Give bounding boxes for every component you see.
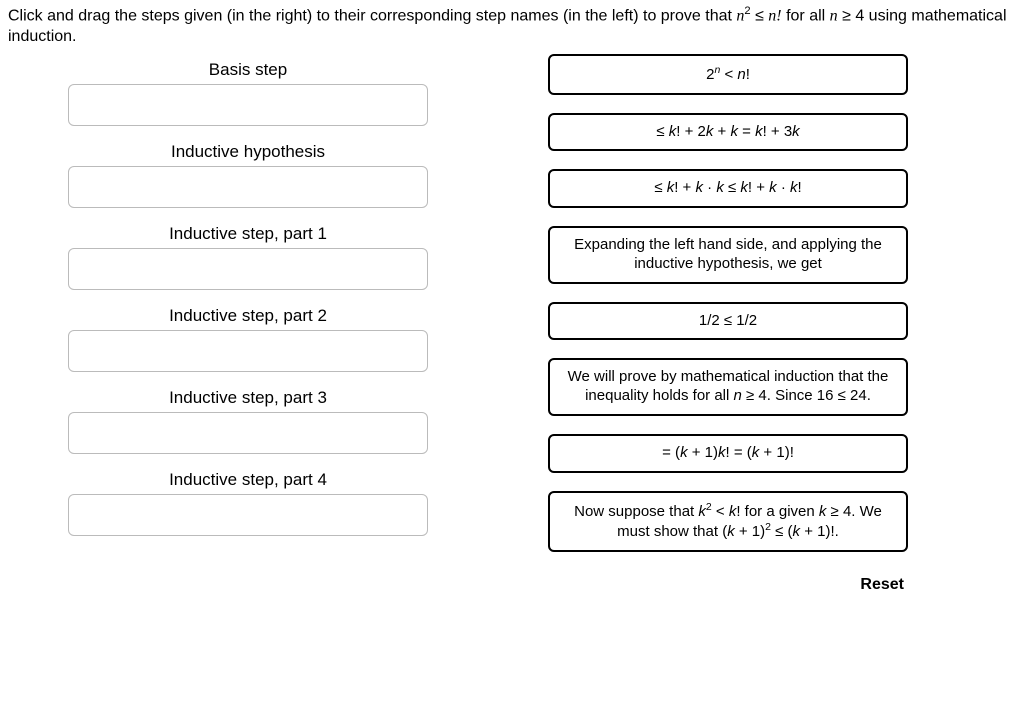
reset-button[interactable]: Reset (860, 576, 904, 593)
drop-target-hypothesis[interactable] (68, 166, 428, 208)
drop-target-step3[interactable] (68, 412, 428, 454)
draggable-items-column: 2n < n! ≤ k! + 2k + k = k! + 3k ≤ k! + k… (548, 54, 908, 600)
drag-item[interactable]: 2n < n! (548, 54, 908, 95)
step-label-step3: Inductive step, part 3 (68, 382, 428, 412)
step-label-step2: Inductive step, part 2 (68, 300, 428, 330)
drop-target-basis[interactable] (68, 84, 428, 126)
step-label-basis: Basis step (68, 54, 428, 84)
drag-item[interactable]: Expanding the left hand side, and applyi… (548, 226, 908, 284)
drag-item[interactable]: ≤ k! + k · k ≤ k! + k · k! (548, 169, 908, 208)
drag-item[interactable]: ≤ k! + 2k + k = k! + 3k (548, 113, 908, 152)
drag-item[interactable]: Now suppose that k2 < k! for a given k ≥… (548, 491, 908, 553)
step-label-hypothesis: Inductive hypothesis (68, 136, 428, 166)
drop-target-step2[interactable] (68, 330, 428, 372)
step-label-step1: Inductive step, part 1 (68, 218, 428, 248)
drop-target-step4[interactable] (68, 494, 428, 536)
drop-target-step1[interactable] (68, 248, 428, 290)
drop-targets-column: Basis step Inductive hypothesis Inductiv… (68, 54, 428, 600)
step-label-step4: Inductive step, part 4 (68, 464, 428, 494)
instructions-text: Click and drag the steps given (in the r… (8, 4, 1016, 48)
drag-item[interactable]: = (k + 1)k! = (k + 1)! (548, 434, 908, 473)
drag-item[interactable]: 1/2 ≤ 1/2 (548, 302, 908, 341)
drag-item[interactable]: We will prove by mathematical induction … (548, 358, 908, 416)
